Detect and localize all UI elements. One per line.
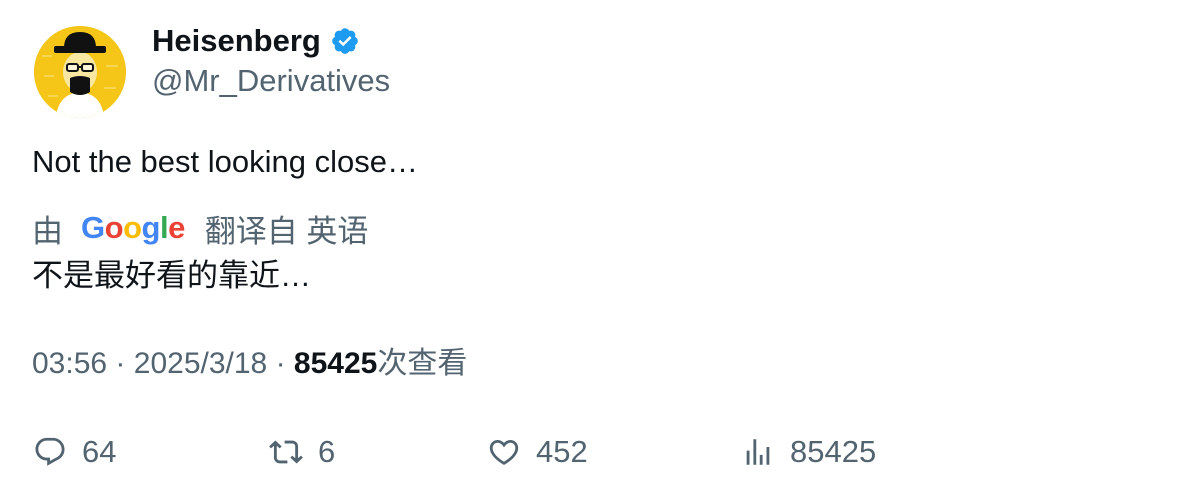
avatar[interactable]: [34, 26, 126, 118]
reply-count: 64: [82, 434, 117, 469]
translation-attribution: 由 G o o g l e 翻译自 英语: [32, 206, 369, 251]
heisenberg-avatar-icon: [34, 26, 126, 118]
tweet-date[interactable]: 2025/3/18: [134, 347, 267, 380]
translation-suffix[interactable]: 翻译自 英语: [205, 206, 369, 251]
tweet-text: Not the best looking close…: [32, 144, 418, 179]
like-button[interactable]: 452: [486, 430, 588, 474]
google-logo-letter: o: [104, 210, 124, 245]
author-display-name[interactable]: Heisenberg: [152, 22, 321, 60]
translated-text: 不是最好看的靠近…: [32, 258, 311, 293]
author-handle[interactable]: @Mr_Derivatives: [152, 62, 390, 100]
heart-icon: [486, 434, 522, 470]
retweet-button[interactable]: 6: [268, 430, 335, 474]
tweet-time[interactable]: 03:56: [32, 347, 107, 380]
meta-separator: ·: [275, 347, 286, 380]
views-count: 85425: [293, 347, 378, 380]
like-count: 452: [536, 434, 588, 469]
meta-separator: ·: [115, 347, 126, 380]
google-logo-letter: G: [81, 210, 105, 245]
google-logo-letter: l: [159, 210, 169, 245]
google-logo: G o o g l e: [81, 210, 185, 246]
tweet-meta: 03:56 · 2025/3/18 · 85425次查看: [32, 344, 467, 384]
google-logo-letter: o: [123, 210, 142, 245]
views-label: 次查看: [377, 347, 468, 380]
translation-prefix: 由: [32, 213, 63, 249]
google-logo-letter: g: [141, 210, 161, 245]
author-name-row[interactable]: Heisenberg: [152, 22, 360, 60]
views-action-count: 85425: [790, 434, 877, 469]
google-logo-letter: e: [168, 210, 185, 245]
reply-button[interactable]: 64: [32, 430, 116, 474]
retweet-count: 6: [318, 434, 336, 469]
retweet-icon: [268, 434, 304, 470]
action-bar: 64 6 452 85425: [0, 430, 1196, 474]
reply-icon: [32, 434, 68, 470]
views-chart-icon: [740, 434, 776, 470]
views-button[interactable]: 85425: [740, 430, 876, 474]
verified-badge-icon[interactable]: [330, 26, 360, 56]
